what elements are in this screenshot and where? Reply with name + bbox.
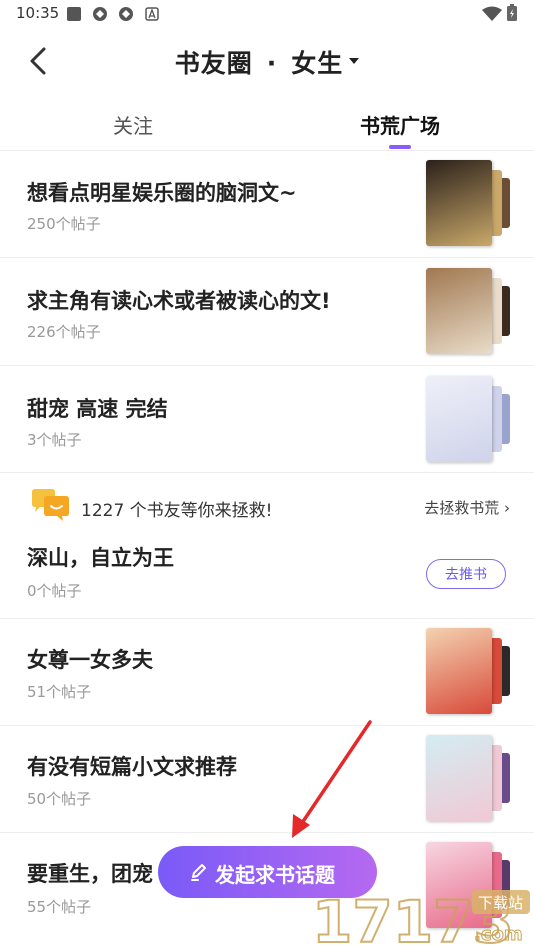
- book-cover: [426, 268, 492, 354]
- watermark-badge: 下载站: [478, 894, 523, 912]
- chevron-right-icon: ›: [504, 499, 510, 517]
- topic-title: 甜宠 高速 完结: [27, 397, 168, 421]
- tab-follow[interactable]: 关注: [113, 110, 153, 139]
- active-tab-indicator: [389, 145, 411, 149]
- circle-title: 书友圈: [174, 49, 253, 78]
- topic-post-count: 226个帖子: [27, 323, 101, 341]
- book-cover: [426, 376, 492, 462]
- page-title[interactable]: 书友圈 · 女生: [0, 44, 534, 80]
- topic-post-count: 250个帖子: [27, 215, 101, 233]
- wifi-icon: [482, 6, 502, 21]
- battery-icon: [507, 4, 517, 21]
- topic-row[interactable]: 甜宠 高速 完结 3个帖子: [0, 366, 534, 473]
- site-watermark-logo: 17173 下载站 .com: [311, 887, 530, 950]
- status-bar: 10:35: [0, 0, 534, 28]
- recommend-book-button[interactable]: 去推书: [426, 559, 506, 589]
- topic-post-count: 51个帖子: [27, 683, 92, 701]
- topic-title: 女尊一女多夫: [27, 648, 153, 672]
- dropdown-caret-icon[interactable]: [349, 58, 360, 64]
- topic-covers: [426, 160, 514, 246]
- tab-book-square[interactable]: 书荒广场: [360, 110, 440, 139]
- book-cover: [426, 160, 492, 246]
- rescue-banner: 1227 个书友等你来拯救! 去拯救书荒 ›: [0, 478, 534, 538]
- topic-row[interactable]: 想看点明星娱乐圈的脑洞文~ 250个帖子: [0, 150, 534, 258]
- gender-filter[interactable]: 女生: [291, 49, 343, 78]
- a-notification-icon: [145, 7, 159, 21]
- notification-square-icon: [67, 7, 81, 21]
- rescue-text: 1227 个书友等你来拯救!: [81, 501, 273, 521]
- topic-post-count: 55个帖子: [27, 898, 92, 916]
- book-cover: [426, 735, 492, 821]
- topic-row[interactable]: 求主角有读心术或者被读心的文! 226个帖子: [0, 258, 534, 366]
- pen-icon: [191, 864, 206, 881]
- topic-covers: [426, 735, 514, 821]
- topic-title: 深山，自立为王: [27, 546, 174, 570]
- topic-row[interactable]: 女尊一女多夫 51个帖子: [0, 619, 534, 726]
- topic-title: 求主角有读心术或者被读心的文!: [27, 289, 331, 313]
- rescue-link[interactable]: 去拯救书荒 ›: [424, 497, 510, 518]
- chat-bubble-icon: [32, 489, 69, 521]
- nav-bar: 书友圈 · 女生: [0, 28, 534, 94]
- book-cover: [426, 628, 492, 714]
- topic-covers: [426, 628, 514, 714]
- topic-post-count: 0个帖子: [27, 582, 82, 600]
- app-notification-icon: [93, 7, 107, 21]
- topic-post-count: 3个帖子: [27, 431, 82, 449]
- watermark-suffix: .com: [474, 924, 523, 945]
- topic-post-count: 50个帖子: [27, 790, 92, 808]
- rescue-link-label: 去拯救书荒: [424, 499, 500, 517]
- topic-title: 想看点明星娱乐圈的脑洞文~: [27, 181, 297, 205]
- topic-title: 要重生，团宠: [27, 862, 153, 886]
- topic-covers: [426, 268, 514, 354]
- topic-row[interactable]: 有没有短篇小文求推荐 50个帖子: [0, 726, 534, 833]
- topic-covers: [426, 376, 514, 462]
- app-notification-icon-2: [119, 7, 133, 21]
- status-time: 10:35: [16, 4, 60, 22]
- title-separator: ·: [266, 49, 278, 78]
- tab-bar: 关注 书荒广场: [0, 94, 534, 151]
- topic-title: 有没有短篇小文求推荐: [27, 755, 237, 779]
